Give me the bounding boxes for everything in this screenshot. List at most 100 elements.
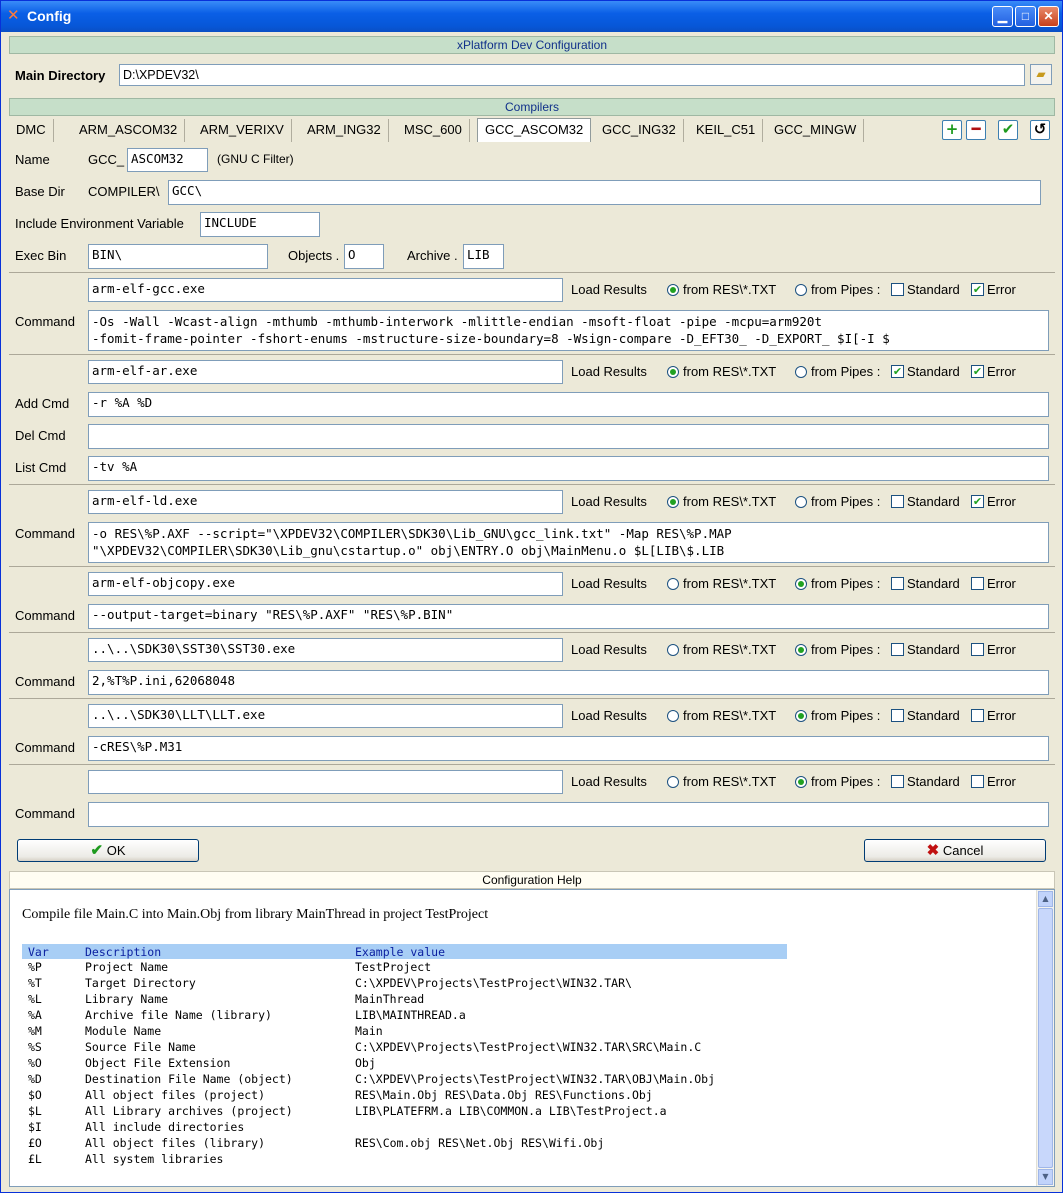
tab-arm-ing32[interactable]: ARM_ING32 [300,119,389,142]
cancel-button[interactable]: ✖ Cancel [864,839,1046,862]
from-res-radio[interactable] [667,366,679,378]
standard-checkbox[interactable] [891,709,904,722]
from-res-radio[interactable] [667,496,679,508]
error-label: Error [987,708,1016,723]
linker-command-input[interactable]: -o RES\%P.AXF --script="\XPDEV32\COMPILE… [88,522,1049,563]
example-cell: Obj [355,1056,376,1070]
tab-gcc-mingw[interactable]: GCC_MINGW [767,119,865,142]
compiler-exe-input[interactable]: arm-elf-gcc.exe [88,278,563,302]
tab-gcc-ing32[interactable]: GCC_ING32 [595,119,684,142]
description-cell: Object File Extension [85,1056,231,1070]
folder-browse-button[interactable]: ▰ [1030,64,1052,85]
llt-exe-input[interactable]: ..\..\SDK30\LLT\LLT.exe [88,704,563,728]
standard-checkbox[interactable]: ✔ [891,365,904,378]
description-cell: Destination File Name (object) [85,1072,293,1086]
tab-arm-ascom32[interactable]: ARM_ASCOM32 [72,119,186,142]
help-panel[interactable]: Compile file Main.C into Main.Obj from l… [9,889,1055,1187]
basedir-input[interactable]: GCC\ [168,180,1041,205]
load-results-label: Load Results [571,708,647,723]
error-label: Error [987,282,1016,297]
from-pipes-radio[interactable] [795,578,807,590]
description-cell: Module Name [85,1024,162,1038]
name-label: Name [15,152,50,167]
error-checkbox[interactable] [971,775,984,788]
extra-exe-input[interactable] [88,770,563,794]
tab-arm-verixv[interactable]: ARM_VERIXV [193,119,292,142]
standard-checkbox[interactable] [891,775,904,788]
example-cell: C:\XPDEV\Projects\TestProject\WIN32.TAR\… [355,1040,702,1054]
var-cell: %M [28,1024,42,1038]
del-cmd-input[interactable] [88,424,1049,449]
error-checkbox[interactable] [971,577,984,590]
from-pipes-radio[interactable] [795,710,807,722]
from-pipes-label: from Pipes : [811,708,881,723]
archive-input[interactable]: LIB [463,244,504,269]
add-compiler-button[interactable]: + [942,120,962,140]
add-cmd-input[interactable]: -r %A %D [88,392,1049,417]
standard-checkbox[interactable] [891,495,904,508]
from-res-radio[interactable] [667,578,679,590]
execbin-input[interactable]: BIN\ [88,244,268,269]
error-checkbox[interactable]: ✔ [971,495,984,508]
var-cell: %S [28,1040,42,1054]
from-pipes-radio[interactable] [795,366,807,378]
standard-checkbox[interactable] [891,643,904,656]
maximize-button[interactable]: □ [1015,6,1036,27]
error-checkbox[interactable] [971,643,984,656]
command-label: Command [15,740,75,755]
table-row: %S Source File Name C:\XPDEV\Projects\Test… [22,1039,787,1055]
from-pipes-radio[interactable] [795,776,807,788]
var-cell: $L [28,1104,42,1118]
description-cell: All system libraries [85,1152,224,1166]
scroll-down-arrow[interactable]: ▼ [1038,1169,1053,1185]
from-res-radio[interactable] [667,284,679,296]
objects-input[interactable]: O [344,244,384,269]
llt-command-input[interactable]: -cRES\%P.M31 [88,736,1049,761]
close-button[interactable]: ✕ [1038,6,1059,27]
check-icon: ✔ [90,842,104,859]
ok-button[interactable]: ✔ OK [17,839,199,862]
from-res-radio[interactable] [667,644,679,656]
example-cell [349,1119,787,1135]
error-label: Error [987,494,1016,509]
name-input[interactable]: ASCOM32 [127,148,208,172]
example-cell: LIB\MAINTHREAD.a [355,1008,466,1022]
from-pipes-radio[interactable] [795,284,807,296]
error-checkbox[interactable] [971,709,984,722]
sst-exe-input[interactable]: ..\..\SDK30\SST30\SST30.exe [88,638,563,662]
undo-button[interactable]: ↺ [1030,120,1050,140]
archiver-exe-input[interactable]: arm-elf-ar.exe [88,360,563,384]
help-scrollbar[interactable]: ▲ ▼ [1036,890,1054,1186]
llt-section [9,698,1055,699]
from-pipes-radio[interactable] [795,496,807,508]
tab-dmc[interactable]: DMC [9,119,54,142]
tab-keil-c51[interactable]: KEIL_C51 [689,119,764,142]
remove-compiler-button[interactable]: ━ [966,120,986,140]
standard-checkbox[interactable] [891,577,904,590]
objcopy-exe-input[interactable]: arm-elf-objcopy.exe [88,572,563,596]
list-cmd-input[interactable]: -tv %A [88,456,1049,481]
from-res-radio[interactable] [667,710,679,722]
title-bar[interactable]: ✕ Config ▁ □ ✕ [1,1,1062,32]
tab-msc-600[interactable]: MSC_600 [397,119,470,142]
tab-gcc-ascom32[interactable]: GCC_ASCOM32 [477,118,592,142]
standard-checkbox[interactable] [891,283,904,296]
linker-exe-input[interactable]: arm-elf-ld.exe [88,490,563,514]
var-cell: %L [28,992,42,1006]
extra-command-input[interactable] [88,802,1049,827]
scroll-up-arrow[interactable]: ▲ [1038,891,1053,907]
apply-button[interactable]: ✔ [998,120,1018,140]
objcopy-command-input[interactable]: --output-target=binary "RES\%P.AXF" "RES… [88,604,1049,629]
main-directory-input[interactable]: D:\XPDEV32\ [119,64,1025,86]
scroll-thumb[interactable] [1038,908,1053,1168]
include-env-input[interactable]: INCLUDE [200,212,320,237]
from-res-label: from RES\*.TXT [683,642,777,657]
compiler-command-input[interactable]: -Os -Wall -Wcast-align -mthumb -mthumb-i… [88,310,1049,351]
description-cell: All object files (project) [85,1088,266,1102]
error-checkbox[interactable]: ✔ [971,365,984,378]
sst-command-input[interactable]: 2,%T%P.ini,62068048 [88,670,1049,695]
minimize-button[interactable]: ▁ [992,6,1013,27]
from-pipes-radio[interactable] [795,644,807,656]
error-checkbox[interactable]: ✔ [971,283,984,296]
from-res-radio[interactable] [667,776,679,788]
